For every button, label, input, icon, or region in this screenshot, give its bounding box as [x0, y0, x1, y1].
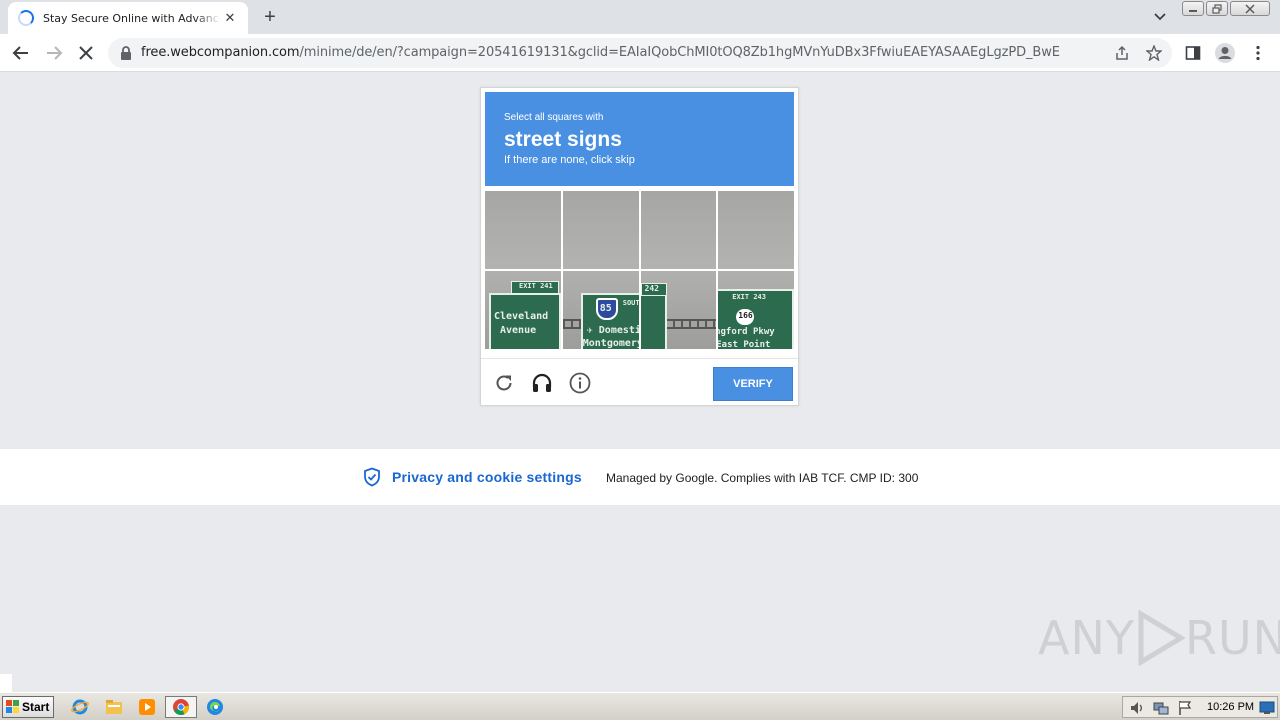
tab-strip: Stay Secure Online with Advanced Antivir… [0, 0, 1280, 34]
network-icon[interactable] [1153, 700, 1169, 716]
media-player-icon[interactable] [136, 697, 158, 717]
page-fragment [0, 674, 12, 692]
bookmark-star-icon[interactable] [1145, 44, 1163, 62]
minimize-icon[interactable] [1182, 1, 1204, 16]
sign-line1: Cleveland [494, 311, 549, 322]
captcha-tile[interactable]: 85 SOUTH ✈ Domestic Montgomery [562, 271, 639, 349]
chrome-taskbar-icon[interactable] [165, 696, 197, 718]
file-explorer-icon[interactable] [103, 697, 125, 717]
captcha-challenge: Select all squares with street signs If … [480, 87, 799, 406]
captcha-tile[interactable]: 242 [640, 271, 717, 349]
address-bar[interactable]: free.webcompanion.com/minime/de/en/?camp… [108, 38, 1172, 68]
captcha-tile[interactable] [562, 191, 639, 269]
new-tab-button[interactable]: + [258, 6, 282, 30]
window-controls [1182, 1, 1270, 17]
edge-icon[interactable] [204, 697, 226, 717]
tab-title: Stay Secure Online with Advanced Antivir… [43, 11, 221, 25]
sign-direction: SOUTH [622, 299, 639, 307]
reload-icon[interactable] [492, 371, 516, 395]
forward-arrow-icon[interactable] [42, 41, 66, 65]
captcha-tile[interactable]: EXIT 241 Cleveland Avenue [485, 271, 561, 349]
watermark-right: RUN [1184, 611, 1280, 665]
highway-sign [640, 293, 667, 349]
consent-bar: Privacy and cookie settings Managed by G… [0, 449, 1280, 505]
verify-button[interactable]: VERIFY [713, 367, 793, 401]
captcha-hint: If there are none, click skip [504, 154, 635, 166]
privacy-settings-link[interactable]: Privacy and cookie settings [392, 469, 582, 485]
sign-line2: East Point [718, 340, 771, 349]
play-triangle-icon [1138, 610, 1185, 666]
captcha-instruction: Select all squares with [504, 112, 604, 123]
sign-line1: Langford Pkwy [718, 327, 775, 337]
profile-avatar-icon[interactable] [1213, 41, 1237, 65]
browser-tab[interactable]: Stay Secure Online with Advanced Antivir… [8, 2, 248, 34]
loading-spinner-icon [18, 10, 34, 26]
menu-dots-icon[interactable] [1246, 41, 1270, 65]
exit-number: EXIT 243 [732, 293, 766, 301]
lock-icon[interactable] [120, 46, 132, 65]
sign-line2: Montgomery [582, 338, 639, 349]
windows-taskbar: Start 10:26 PM [0, 692, 1280, 720]
url-host: free.webcompanion.com [141, 45, 300, 60]
action-center-flag-icon[interactable] [1177, 700, 1193, 716]
exit-number: EXIT 241 [519, 282, 553, 290]
restore-icon[interactable] [1206, 1, 1228, 16]
browser-toolbar: free.webcompanion.com/minime/de/en/?camp… [0, 34, 1280, 72]
captcha-header: Select all squares with street signs If … [485, 92, 794, 186]
share-icon[interactable] [1113, 44, 1131, 62]
side-panel-icon[interactable] [1181, 41, 1205, 65]
back-arrow-icon[interactable] [9, 41, 33, 65]
interstate-number: 85 [599, 303, 612, 314]
tab-search-chevron-icon[interactable] [1150, 8, 1170, 26]
exit-number: 242 [644, 284, 659, 293]
anyrun-watermark: ANY RUN [1038, 610, 1280, 666]
watermark-left: ANY [1038, 611, 1135, 665]
internet-explorer-icon[interactable] [69, 697, 91, 717]
info-icon[interactable] [568, 371, 592, 395]
captcha-tile[interactable] [485, 191, 561, 269]
captcha-footer: VERIFY [481, 358, 798, 406]
window-close-icon[interactable] [1230, 1, 1270, 16]
captcha-tile[interactable]: EXIT 243 166 Langford Pkwy East Point [718, 271, 794, 349]
privacy-shield-icon[interactable] [362, 467, 382, 492]
url-path: /minime/de/en/?campaign=20541619131&gcli… [299, 45, 1060, 60]
captcha-target: street signs [504, 128, 622, 151]
show-desktop-icon[interactable] [1259, 700, 1275, 716]
start-button[interactable]: Start [2, 696, 54, 718]
route-number: 166 [738, 311, 753, 320]
page-content: Select all squares with street signs If … [0, 72, 1280, 692]
url-text[interactable]: free.webcompanion.com/minime/de/en/?camp… [141, 45, 1060, 60]
system-tray: 10:26 PM [1122, 696, 1278, 718]
captcha-tile[interactable] [640, 191, 717, 269]
captcha-grid: EXIT 241 Cleveland Avenue 85 SOUTH ✈ Dom… [485, 191, 794, 349]
start-label: Start [22, 700, 50, 714]
sign-line1: ✈ Domestic [586, 325, 639, 336]
speaker-icon[interactable] [1129, 700, 1145, 716]
audio-headphones-icon[interactable] [530, 371, 554, 395]
tab-close-icon[interactable]: ✕ [222, 10, 238, 26]
cmp-managed-text: Managed by Google. Complies with IAB TCF… [606, 471, 919, 485]
captcha-tile[interactable] [718, 191, 794, 269]
sign-line2: Avenue [500, 325, 537, 336]
taskbar-clock[interactable]: 10:26 PM [1207, 701, 1254, 713]
windows-logo-icon [6, 700, 19, 713]
stop-loading-icon[interactable] [74, 41, 98, 65]
